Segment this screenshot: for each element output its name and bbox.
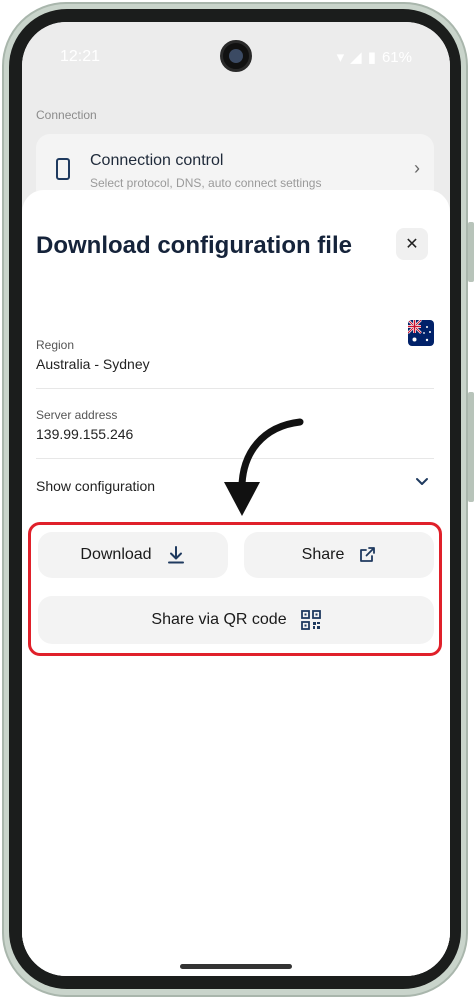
share-button[interactable]: Share: [244, 532, 434, 578]
close-icon: ✕: [405, 236, 419, 253]
external-link-icon: [360, 547, 376, 562]
connection-control-subtitle: Select protocol, DNS, auto connect setti…: [90, 176, 322, 190]
screen: 12:21 ▾ ◢ ▮ 61% Connection Connection co…: [22, 22, 450, 976]
battery-level: 61%: [381, 48, 412, 66]
annotation-arrow-icon: [224, 418, 304, 516]
phone-frame: 12:21 ▾ ◢ ▮ 61% Connection Connection co…: [0, 0, 474, 999]
chevron-right-icon: ›: [414, 158, 420, 178]
status-icons: ▾ ◢ ▮ 61%: [336, 48, 412, 67]
volume-button: [468, 392, 474, 502]
wifi-icon: ▾: [336, 49, 345, 66]
sheet-title: Download configuration file: [36, 232, 352, 259]
chevron-down-icon[interactable]: [414, 474, 430, 490]
connection-control-title: Connection control: [90, 152, 224, 169]
section-label: Connection: [36, 108, 97, 122]
side-button: [468, 222, 474, 282]
region-field: Region Australia - Sydney: [36, 338, 434, 372]
share-qr-button[interactable]: Share via QR code: [38, 596, 434, 644]
australia-flag-icon: [408, 320, 434, 346]
phone-icon: [56, 158, 70, 180]
divider: [36, 388, 434, 389]
qr-code-icon: [300, 610, 321, 630]
bottom-sheet: Download configuration file ✕ Region Aus…: [22, 190, 450, 976]
region-value: Australia - Sydney: [36, 356, 150, 372]
share-qr-label: Share via QR code: [151, 611, 287, 628]
home-indicator: [180, 964, 292, 969]
share-label: Share: [301, 546, 345, 563]
show-configuration-toggle[interactable]: Show configuration: [36, 478, 155, 494]
download-button[interactable]: Download: [38, 532, 228, 578]
download-label: Download: [80, 546, 152, 563]
battery-icon: ▮: [367, 49, 376, 66]
status-time: 12:21: [60, 48, 101, 65]
download-icon: [167, 546, 184, 564]
close-button[interactable]: ✕: [396, 228, 428, 260]
camera-cutout: [220, 40, 252, 72]
region-label: Region: [36, 338, 75, 352]
signal-icon: ◢: [350, 49, 362, 66]
